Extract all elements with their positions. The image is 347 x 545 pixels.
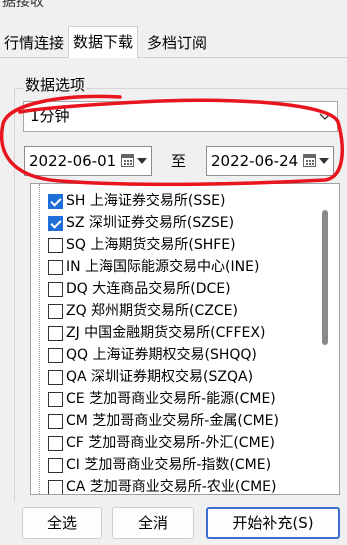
dropdown-arrow-icon xyxy=(137,158,147,164)
end-date-value: 2022-06-24 xyxy=(211,152,299,170)
data-options-label: 数据选项 xyxy=(24,74,87,95)
checkbox[interactable] xyxy=(48,414,63,429)
checkbox[interactable] xyxy=(48,260,63,275)
dropdown-arrow-icon xyxy=(319,158,329,164)
exchange-label: ZJ 中国金融期货交易所(CFFEX) xyxy=(66,325,266,341)
exchange-label: CA 芝加哥商业交易所-农业(CME) xyxy=(66,479,277,495)
checkbox[interactable] xyxy=(48,370,63,385)
checkbox[interactable] xyxy=(48,392,63,407)
checkbox[interactable] xyxy=(48,348,63,363)
checkbox[interactable] xyxy=(48,458,63,473)
exchange-label: CI 芝加哥商业交易所-指数(CME) xyxy=(66,457,272,473)
date-range-separator: 至 xyxy=(171,152,187,170)
tree-connector xyxy=(39,184,40,494)
exchange-label: DQ 大连商品交易所(DCE) xyxy=(66,281,231,297)
exchange-list[interactable]: SH 上海证券交易所(SSE) SZ 深圳证券交易所(SZSE) SQ 上海期货… xyxy=(30,183,340,495)
checkbox[interactable] xyxy=(48,326,63,341)
checkbox[interactable] xyxy=(48,304,63,319)
checkbox[interactable] xyxy=(48,216,63,231)
tab-depth-subscription[interactable]: 多档订阅 xyxy=(143,30,211,57)
list-scrollbar[interactable] xyxy=(322,210,328,345)
exchange-label: IN 上海国际能源交易中心(INE) xyxy=(66,259,260,275)
deselect-all-button[interactable]: 全消 xyxy=(112,507,194,539)
checkbox[interactable] xyxy=(48,238,63,253)
window-title: 据接收 xyxy=(2,0,44,10)
exchange-label: ZQ 郑州期货交易所(CZCE) xyxy=(66,303,238,319)
period-select[interactable]: 1分钟 xyxy=(23,101,338,132)
exchange-label: CF 芝加哥商业交易所-外汇(CME) xyxy=(66,435,275,451)
exchange-label: QQ 上海证券期权交易(SHQQ) xyxy=(66,347,257,363)
calendar-icon xyxy=(121,154,134,167)
start-download-button[interactable]: 开始补充(S) xyxy=(206,507,340,539)
exchange-label: CE 芝加哥商业交易所-能源(CME) xyxy=(66,391,276,407)
exchange-label: SH 上海证券交易所(SSE) xyxy=(66,193,226,209)
checkbox[interactable] xyxy=(48,194,63,209)
checkbox[interactable] xyxy=(48,282,63,297)
checkbox[interactable] xyxy=(48,436,63,451)
start-date-picker[interactable]: 2022-06-01 xyxy=(24,146,152,176)
calendar-icon xyxy=(303,154,316,167)
period-select-value: 1分钟 xyxy=(30,107,70,125)
exchange-label: SQ 上海期货交易所(SHFE) xyxy=(66,237,236,253)
checkbox[interactable] xyxy=(48,480,63,494)
tab-data-download[interactable]: 数据下载 xyxy=(68,26,139,58)
select-all-button[interactable]: 全选 xyxy=(22,507,102,539)
tab-strip-divider xyxy=(0,57,347,58)
exchange-label: QA 深圳证券期权交易(SZQA) xyxy=(66,369,254,385)
window-title-bar: 据接收 xyxy=(0,0,347,16)
end-date-picker[interactable]: 2022-06-24 xyxy=(206,146,334,176)
exchange-label: CM 芝加哥商业交易所-金属(CME) xyxy=(66,413,279,429)
start-date-value: 2022-06-01 xyxy=(29,152,117,170)
chevron-down-icon xyxy=(319,113,331,120)
tab-market-connection[interactable]: 行情连接 xyxy=(0,30,68,57)
exchange-label: SZ 深圳证券交易所(SZSE) xyxy=(66,215,235,231)
